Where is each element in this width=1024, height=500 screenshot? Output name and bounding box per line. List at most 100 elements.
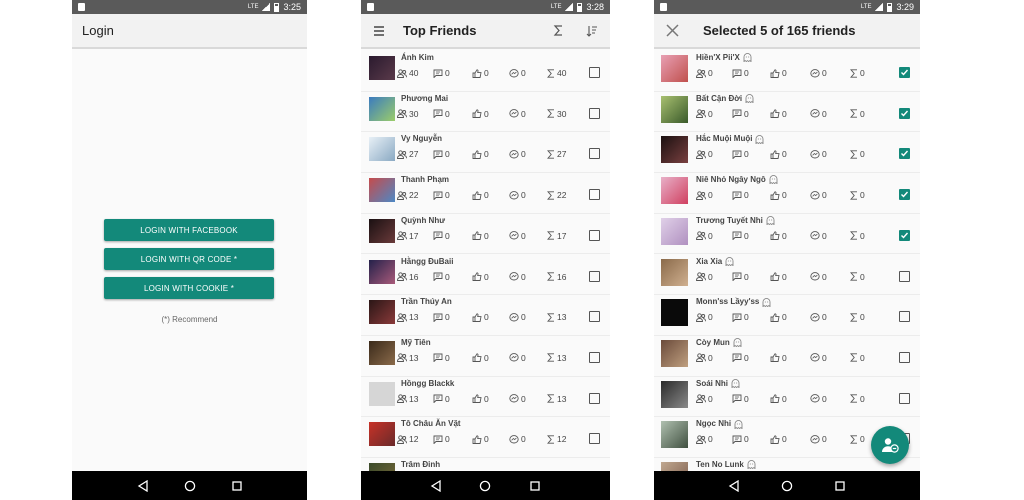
friend-row[interactable]: Quỳnh Như 17 0 0 0 17 (361, 213, 610, 255)
select-checkbox[interactable] (899, 148, 910, 160)
app-bar: Top Friends (361, 14, 610, 49)
total-icon (850, 435, 858, 444)
recents-icon[interactable] (834, 480, 846, 492)
total-icon (850, 313, 858, 322)
select-checkbox[interactable] (899, 392, 910, 404)
menu-icon[interactable] (371, 23, 387, 39)
friend-row[interactable]: Trương Tuyết Nhi 0 0 0 0 0 (654, 213, 920, 255)
stat-messages-value: 0 (822, 230, 827, 241)
home-icon[interactable] (781, 480, 793, 492)
friend-row[interactable]: Ánh Kim 40 0 0 0 40 (361, 51, 610, 92)
likes-icon (472, 109, 482, 119)
stat-friends: 0 (696, 190, 713, 200)
select-checkbox[interactable] (899, 189, 910, 201)
select-checkbox[interactable] (589, 107, 600, 119)
stat-likes: 0 (770, 312, 787, 322)
friend-row[interactable]: Xia Xia 0 0 0 0 0 (654, 254, 920, 296)
select-checkbox[interactable] (899, 107, 910, 119)
friends-list[interactable]: Ánh Kim 40 0 0 0 40 Phương Mai 30 0 0 0 30 Vy Nguyễn… (361, 51, 610, 471)
selected-friends-screen: LTE 3:29 Selected 5 of 165 friends Hiền'… (654, 0, 920, 500)
login-qr-code-button[interactable]: LOGIN WITH QR CODE * (104, 248, 274, 270)
friend-row[interactable]: Hiền'X Pii'X 0 0 0 0 0 (654, 51, 920, 92)
friend-row[interactable]: Phương Mai 30 0 0 0 30 (361, 91, 610, 133)
friends-icon (696, 190, 706, 200)
friend-row[interactable]: Trâm Đinh (361, 458, 610, 471)
select-checkbox[interactable] (899, 351, 910, 363)
stat-messages: 0 (810, 231, 827, 241)
friend-row[interactable]: Hồngg Blackk 13 0 0 0 13 (361, 376, 610, 418)
stat-messages-value: 0 (521, 68, 526, 78)
battery-icon (577, 2, 583, 12)
back-icon[interactable] (728, 479, 740, 492)
login-facebook-button[interactable]: LOGIN WITH FACEBOOK (104, 219, 274, 241)
recents-icon[interactable] (231, 480, 243, 492)
stat-likes: 0 (472, 109, 489, 119)
stat-friends-value: 0 (708, 271, 713, 282)
sort-icon[interactable] (584, 23, 600, 39)
stat-comments: 0 (732, 272, 749, 282)
select-checkbox[interactable] (899, 311, 910, 323)
comments-icon (732, 313, 742, 322)
comments-icon (732, 191, 742, 200)
app-bar: Login (72, 14, 307, 49)
stat-friends: 16 (397, 272, 418, 282)
select-checkbox[interactable] (589, 433, 600, 445)
friend-row[interactable]: Còy Mun 0 0 0 0 0 (654, 335, 920, 377)
select-checkbox[interactable] (899, 270, 910, 282)
stat-total: 0 (850, 394, 865, 404)
select-checkbox[interactable] (589, 351, 600, 363)
friends-list[interactable]: Hiền'X Pii'X 0 0 0 0 0 Bất Cận Đời 0 0 0 0 0 Hắc Muộ… (654, 51, 920, 471)
select-checkbox[interactable] (589, 392, 600, 404)
friend-row[interactable]: Hắc Muội Muội 0 0 0 0 0 (654, 132, 920, 174)
back-icon[interactable] (137, 479, 149, 492)
select-checkbox[interactable] (589, 270, 600, 282)
comments-icon (732, 394, 742, 404)
friend-row[interactable]: Bất Cận Đời 0 0 0 0 0 (654, 91, 920, 133)
select-checkbox[interactable] (589, 229, 600, 241)
friend-row[interactable]: Mỹ Tiên 13 0 0 0 13 (361, 335, 610, 377)
close-icon[interactable] (664, 23, 680, 39)
friend-row[interactable]: Soái Nhi 0 0 0 0 0 (654, 376, 920, 418)
login-body: LOGIN WITH FACEBOOK LOGIN WITH QR CODE *… (72, 51, 307, 471)
friend-row[interactable]: Hằngg ĐuBaii 16 0 0 0 16 (361, 254, 610, 296)
sigma-icon[interactable] (550, 23, 566, 39)
friend-name: Trâm Đinh (401, 460, 440, 469)
stat-friends-value: 0 (708, 393, 713, 404)
select-checkbox[interactable] (899, 229, 910, 241)
friend-row[interactable]: Niê Nhỏ Ngây Ngô 0 0 0 0 0 (654, 173, 920, 214)
signal-icon (262, 3, 271, 11)
back-icon[interactable] (430, 479, 442, 492)
ghost-icon (744, 460, 756, 470)
friend-row[interactable]: Tô Châu Ăn Vặt 12 0 0 0 12 (361, 417, 610, 458)
friend-row[interactable]: Vy Nguyễn 27 0 0 0 27 (361, 132, 610, 174)
lte-icon: LTE (550, 4, 562, 10)
friend-row[interactable]: Monn'ss Lầyy'ss 0 0 0 0 0 (654, 295, 920, 336)
stat-likes: 0 (472, 353, 489, 363)
friend-row[interactable]: Trần Thúy An 13 0 0 0 13 (361, 295, 610, 336)
home-icon[interactable] (479, 480, 491, 492)
messages-icon (509, 231, 519, 240)
stat-messages: 0 (810, 394, 827, 404)
stat-comments-value: 0 (445, 352, 450, 363)
login-cookie-button[interactable]: LOGIN WITH COOKIE * (104, 277, 274, 299)
select-checkbox[interactable] (589, 311, 600, 323)
stat-likes: 0 (472, 149, 489, 159)
likes-icon (770, 272, 780, 281)
stat-comments-value: 0 (744, 393, 749, 404)
recents-icon[interactable] (529, 480, 541, 492)
stat-comments-value: 0 (445, 393, 450, 404)
select-checkbox[interactable] (589, 67, 600, 78)
ghost-icon (722, 256, 734, 267)
unfriend-fab[interactable] (871, 426, 909, 464)
home-icon[interactable] (184, 480, 196, 492)
friend-name: Hằngg ĐuBaii (401, 257, 453, 266)
select-checkbox[interactable] (589, 148, 600, 160)
messages-icon (509, 353, 519, 362)
likes-icon (472, 231, 482, 241)
select-checkbox[interactable] (899, 67, 910, 78)
select-checkbox[interactable] (589, 189, 600, 201)
friend-row[interactable]: Thanh Phạm 22 0 0 0 22 (361, 173, 610, 214)
stat-total: 0 (850, 68, 865, 78)
stat-comments-value: 0 (744, 149, 749, 160)
stat-likes: 0 (770, 231, 787, 241)
